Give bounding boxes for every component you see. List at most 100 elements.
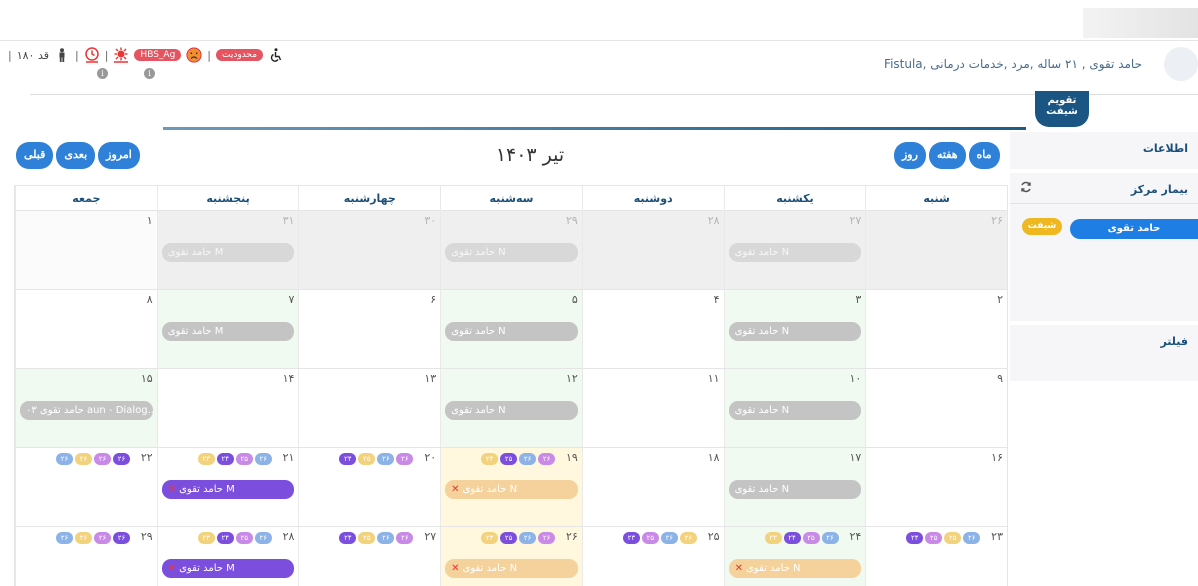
today-button[interactable]: امروز <box>98 142 140 169</box>
info-section[interactable]: اطلاعات <box>1010 132 1198 169</box>
count-badge: ۲۳ <box>197 532 215 544</box>
day-cell[interactable]: ۱۹ ۲۳ ۲۵ ۲۶ ۲۶ ✕ حامد تقوی N <box>440 448 582 527</box>
hbs-badge[interactable]: HBS_Ag <box>134 49 182 61</box>
restriction-badge[interactable]: محدودیت <box>216 49 264 61</box>
day-cell[interactable]: ۲۹ حامد تقوی N <box>440 211 582 290</box>
shift-event[interactable]: حامد تقوی N <box>445 243 578 262</box>
tab-strip <box>30 89 1198 95</box>
day-cell[interactable]: ۳ حامد تقوی N <box>723 290 866 369</box>
week-view-button[interactable]: هفته <box>928 142 966 169</box>
calendar-nav: قبلی بعدی امروز <box>16 142 140 169</box>
day-cell[interactable]: ۲۹ ۲۶ ۲۶ ۲۶ ۲۶ <box>15 527 157 586</box>
shift-event[interactable]: ✕ حامد تقوی N <box>445 480 578 499</box>
count-badge: ۲۶ <box>679 532 697 544</box>
count-badge: ۲۵ <box>358 453 376 465</box>
cancel-icon[interactable]: ✕ <box>451 484 459 495</box>
weekday-label: چهارشنبه <box>298 186 440 211</box>
day-cell[interactable]: ۲۰ ۲۴ ۲۵ ۲۶ ۲۶ <box>298 448 441 527</box>
day-cell[interactable]: ۲۷ حامد تقوی N <box>723 211 866 290</box>
shift-event[interactable]: حامد تقوی N <box>445 401 578 420</box>
next-button[interactable]: بعدی <box>56 142 96 169</box>
day-number: ۲۸ <box>707 214 720 227</box>
event-label: حامد تقوی M <box>167 247 224 258</box>
separator: | <box>8 48 12 62</box>
day-view-button[interactable]: روز <box>894 142 926 169</box>
day-cell[interactable]: ۲۷ ۲۴ ۲۵ ۲۶ ۲۶ <box>298 527 441 586</box>
shift-event[interactable]: ✕ حامد تقوی M <box>161 480 295 499</box>
day-cell[interactable]: ۱۱ <box>581 369 724 448</box>
day-number: ۲۰ <box>424 451 437 464</box>
day-cell[interactable]: ۵ حامد تقوی N <box>440 290 582 369</box>
cancel-icon[interactable]: ✕ <box>168 484 176 495</box>
count-badge: ۲۵ <box>925 532 943 544</box>
info-icon[interactable]: i <box>97 68 108 79</box>
shift-event[interactable]: حامد تقوی N <box>728 322 862 341</box>
clock-alert-icon[interactable] <box>84 47 100 63</box>
patient-summary: حامد تقوی , ۲۱ ساله ,مرد ,خدمات درمانی ,… <box>884 57 1142 71</box>
day-cell[interactable]: ۱۶ <box>865 448 1007 527</box>
day-cell[interactable]: ۱۰ حامد تقوی N <box>723 369 866 448</box>
filter-section[interactable]: فیلتر <box>1010 325 1198 381</box>
shift-event[interactable]: حامد تقوی N <box>728 243 862 262</box>
height-label: قد ۱۸۰ <box>16 48 49 62</box>
shift-event[interactable]: حامد تقوی ۰۳ aun - Dialog... <box>20 401 153 420</box>
day-cell[interactable]: ۶ <box>298 290 441 369</box>
event-label: حامد تقوی N <box>462 484 518 495</box>
info-icon[interactable]: i <box>144 68 155 79</box>
shift-event[interactable]: حامد تقوی N <box>728 401 862 420</box>
day-cell[interactable]: ۲۲ ۲۶ ۲۶ ۲۶ ۲۶ <box>15 448 157 527</box>
count-badge: ۲۵ <box>641 532 659 544</box>
day-cell[interactable]: ۲۶ ۲۳ ۲۵ ۲۶ ۲۶ ✕ حامد تقوی N <box>440 527 582 586</box>
cancel-icon[interactable]: ✕ <box>735 563 743 574</box>
tab-shift-calendar[interactable]: تقویم شیفت <box>1035 91 1089 127</box>
day-cell[interactable]: ۱۵ حامد تقوی ۰۳ aun - Dialog... <box>15 369 157 448</box>
shift-event[interactable]: ✕ حامد تقوی N <box>728 559 862 578</box>
day-cell[interactable]: ۷ حامد تقوی M <box>156 290 299 369</box>
month-view-button[interactable]: ماه <box>968 142 1000 169</box>
day-cell[interactable]: ۲۳ ۲۴ ۲۵ ۲۵ ۲۶ <box>865 527 1007 586</box>
day-cell[interactable]: ۲۸ <box>581 211 724 290</box>
day-cell[interactable]: ۱۲ حامد تقوی N <box>440 369 582 448</box>
day-cell[interactable]: ۲۱ ۲۳ ۲۴ ۲۵ ۲۶ ✕ حامد تقوی M <box>156 448 299 527</box>
event-label: حامد تقوی N <box>734 326 790 337</box>
day-cell[interactable]: ۲۴ ۲۳ ۲۴ ۲۵ ۲۶ ✕ حامد تقوی N <box>723 527 866 586</box>
day-cell[interactable]: ۱۳ <box>298 369 441 448</box>
person-pill[interactable]: حامد تقوی <box>1070 219 1198 239</box>
day-cell[interactable]: ۲۵ ۲۳ ۲۵ ۲۶ ۲۶ <box>581 527 724 586</box>
cancel-icon[interactable]: ✕ <box>168 563 176 574</box>
center-patient-title: بیمار مرکز <box>1130 183 1188 196</box>
shift-event[interactable]: حامد تقوی N <box>728 480 862 499</box>
shift-event[interactable]: ✕ حامد تقوی N <box>445 559 578 578</box>
shift-badge[interactable]: شیفت <box>1022 218 1062 235</box>
shift-event[interactable]: ✕ حامد تقوی M <box>161 559 295 578</box>
day-cell[interactable]: ۲۸ ۲۳ ۲۴ ۲۵ ۲۶ ✕ حامد تقوی M <box>156 527 299 586</box>
virus-icon[interactable] <box>113 47 129 63</box>
refresh-icon[interactable] <box>1020 181 1034 195</box>
day-number: ۲۸ <box>282 530 295 543</box>
event-label: حامد تقوی M <box>179 484 235 495</box>
day-cell[interactable]: ۳۰ <box>298 211 441 290</box>
shift-event[interactable]: حامد تقوی N <box>445 322 578 341</box>
day-cell[interactable]: ۸ <box>15 290 157 369</box>
sad-face-icon[interactable] <box>186 47 202 63</box>
weekday-label: یکشنبه <box>723 186 866 211</box>
day-cell[interactable]: ۱۴ <box>156 369 299 448</box>
cancel-icon[interactable]: ✕ <box>451 563 459 574</box>
day-cell[interactable]: ۲۶ <box>865 211 1007 290</box>
prev-button[interactable]: قبلی <box>16 142 54 169</box>
shift-event[interactable]: حامد تقوی M <box>161 322 295 341</box>
day-number: ۲۵ <box>707 530 720 543</box>
shift-count-badges: ۲۳ ۲۵ ۲۶ ۲۶ <box>622 532 703 544</box>
shift-event[interactable]: حامد تقوی M <box>161 243 295 262</box>
shift-count-badges: ۲۳ ۲۴ ۲۵ ۲۶ <box>197 453 278 465</box>
day-cell[interactable]: ۱ <box>15 211 157 290</box>
day-cell[interactable]: ۲ <box>865 290 1007 369</box>
day-cell[interactable]: ۹ <box>865 369 1007 448</box>
day-cell[interactable]: ۱۸ <box>581 448 724 527</box>
divider <box>163 127 1026 130</box>
day-cell[interactable]: ۱۷ حامد تقوی N <box>723 448 866 527</box>
day-cell[interactable]: ۴ <box>581 290 724 369</box>
day-number: ۱ <box>146 214 153 227</box>
count-badge: ۲۶ <box>396 453 414 465</box>
day-cell[interactable]: ۳۱ حامد تقوی M <box>156 211 299 290</box>
